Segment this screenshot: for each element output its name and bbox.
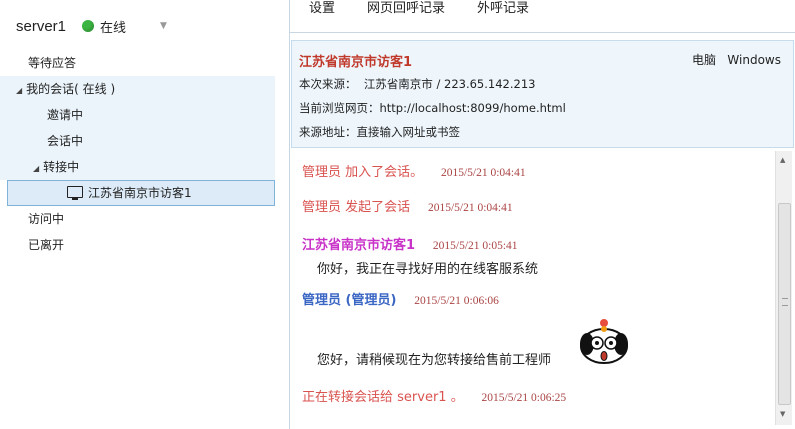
conversation-panel: 设置 网页回呼记录 外呼记录 江苏省南京市访客1 电脑 Windows 本次来源… [289, 0, 795, 429]
scroll-up-icon[interactable]: ▲ [780, 156, 785, 164]
source-value: 江苏省南京市 / 223.65.142.213 [363, 77, 536, 91]
tree-item-left[interactable]: 已离开 [0, 232, 275, 258]
server-status-row: server1 在线 ▼ [16, 16, 167, 36]
message-time: 2015/5/21 0:04:41 [440, 167, 526, 179]
server-name: server1 [16, 17, 67, 35]
system-message-text: 管理员 加入了会话。 [302, 165, 424, 180]
tree-item-label: 访问中 [28, 212, 65, 226]
monitor-icon [67, 186, 83, 200]
chat-scrollbar[interactable]: ▲ ▼ [775, 151, 792, 425]
source-row: 本次来源： 江苏省南京市 / 223.65.142.213 [299, 76, 535, 92]
device-type: 电脑 [691, 53, 716, 67]
status-label: 在线 [100, 20, 127, 36]
tree-item-visitor[interactable]: 江苏省南京市访客1 [7, 180, 275, 206]
scroll-thumb[interactable] [778, 203, 791, 405]
page-value: http://localhost:8099/home.html [379, 101, 566, 115]
tree-item-waiting[interactable]: 等待应答 [0, 50, 275, 76]
visitor-message-body: 你好，我正在寻找好用的在线客服系统 [317, 262, 539, 277]
page-label: 当前浏览网页： [299, 101, 380, 115]
collapse-arrow-icon[interactable]: ◢ [16, 86, 22, 95]
tree-item-label: 转接中 [43, 160, 80, 174]
tree-item-label: 邀请中 [47, 108, 84, 122]
visitor-info-panel: 江苏省南京市访客1 电脑 Windows 本次来源： 江苏省南京市 / 223.… [291, 40, 794, 148]
online-status-icon [82, 20, 95, 32]
current-page-row: 当前浏览网页：http://localhost:8099/home.html [299, 100, 566, 116]
system-message: 管理员 加入了会话。 2015/5/21 0:04:41 [302, 161, 526, 180]
device-os: Windows [727, 53, 781, 67]
system-message-text: 管理员 发起了会话 [302, 200, 411, 215]
tree-item-label: 我的会话( 在线 ) [26, 82, 116, 96]
collapse-arrow-icon[interactable]: ◢ [33, 164, 39, 173]
system-message: 管理员 发起了会话 2015/5/21 0:04:41 [302, 196, 513, 215]
visitor-device: 电脑 Windows [692, 51, 781, 68]
message-time: 2015/5/21 0:05:41 [432, 240, 518, 252]
admin-message-body: 您好，请稍候现在为您转接给售前工程师 [317, 353, 552, 368]
tree-item-label: 已离开 [28, 238, 65, 252]
session-tree: 等待应答 ◢ 我的会话( 在线 ) 邀请中 会话中 ◢ 转接中 江苏省南京市访客1 … [0, 50, 275, 258]
tab-callback-records[interactable]: 网页回呼记录 [367, 0, 445, 22]
tree-item-label: 江苏省南京市访客1 [88, 186, 192, 200]
tab-settings[interactable]: 设置 [309, 0, 335, 22]
visitor-sender: 江苏省南京市访客1 [302, 238, 416, 253]
panda-emoji-icon [580, 319, 628, 364]
referrer-value: 直接输入网址或书签 [356, 125, 461, 139]
tree-item-label: 等待应答 [28, 56, 77, 70]
visitor-name: 江苏省南京市访客1 [299, 55, 413, 70]
session-sidebar: server1 在线 ▼ 等待应答 ◢ 我的会话( 在线 ) 邀请中 会话中 ◢ 转… [0, 0, 283, 429]
grip-icon [782, 298, 788, 306]
tree-item-in-session[interactable]: 会话中 [0, 128, 275, 154]
status-dropdown-icon[interactable]: ▼ [160, 21, 167, 31]
scroll-down-icon[interactable]: ▼ [780, 410, 785, 418]
source-label: 本次来源： [299, 77, 357, 91]
tree-item-transferring[interactable]: ◢ 转接中 [0, 154, 275, 180]
message-time: 2015/5/21 0:06:06 [414, 295, 499, 307]
tree-item-label: 会话中 [47, 134, 84, 148]
tab-outbound-records[interactable]: 外呼记录 [477, 0, 529, 22]
visitor-message-header: 江苏省南京市访客1 2015/5/21 0:05:41 [302, 234, 518, 253]
message-time: 2015/5/21 0:04:41 [427, 202, 513, 214]
system-message: 正在转接会话给 server1 。 2015/5/21 0:06:25 [302, 386, 566, 405]
tree-item-inviting[interactable]: 邀请中 [0, 102, 275, 128]
message-time: 2015/5/21 0:06:25 [481, 392, 567, 404]
tab-bar: 设置 网页回呼记录 外呼记录 [290, 0, 795, 33]
system-message-text: 正在转接会话给 server1 。 [302, 390, 464, 405]
admin-message-header: 管理员 (管理员) 2015/5/21 0:06:06 [302, 289, 499, 308]
admin-sender: 管理员 (管理员) [302, 293, 397, 308]
referrer-label: 来源地址： [299, 125, 357, 139]
chat-log: 管理员 加入了会话。 2015/5/21 0:04:41 管理员 发起了会话 2… [291, 151, 774, 425]
tree-item-visiting[interactable]: 访问中 [0, 206, 275, 232]
referrer-row: 来源地址：直接输入网址或书签 [299, 124, 460, 140]
tree-item-my-sessions[interactable]: ◢ 我的会话( 在线 ) [0, 76, 275, 102]
